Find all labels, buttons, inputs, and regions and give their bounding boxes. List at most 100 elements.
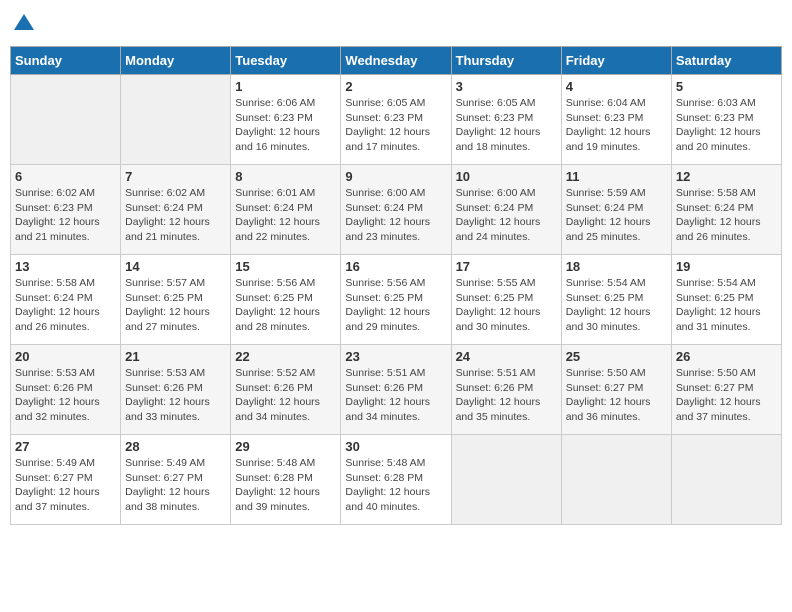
calendar-cell: 8 Sunrise: 6:01 AMSunset: 6:24 PMDaylight… xyxy=(231,165,341,255)
cell-info: Sunrise: 6:02 AMSunset: 6:24 PMDaylight:… xyxy=(125,186,226,245)
calendar-cell: 26 Sunrise: 5:50 AMSunset: 6:27 PMDayligh… xyxy=(671,345,781,435)
day-number: 27 xyxy=(15,439,116,454)
calendar-cell xyxy=(121,75,231,165)
day-number: 8 xyxy=(235,169,336,184)
calendar-cell: 7 Sunrise: 6:02 AMSunset: 6:24 PMDaylight… xyxy=(121,165,231,255)
calendar-cell xyxy=(561,435,671,525)
cell-info: Sunrise: 6:05 AMSunset: 6:23 PMDaylight:… xyxy=(456,96,557,155)
weekday-header-friday: Friday xyxy=(561,47,671,75)
cell-info: Sunrise: 5:48 AMSunset: 6:28 PMDaylight:… xyxy=(345,456,446,515)
weekday-header-sunday: Sunday xyxy=(11,47,121,75)
day-number: 20 xyxy=(15,349,116,364)
day-number: 26 xyxy=(676,349,777,364)
calendar-cell: 16Sunrise: 5:56 AMSunset: 6:25 PMDayligh… xyxy=(341,255,451,345)
calendar-cell: 29Sunrise: 5:48 AMSunset: 6:28 PMDayligh… xyxy=(231,435,341,525)
day-number: 9 xyxy=(345,169,446,184)
calendar-cell: 17 Sunrise: 5:55 AMSunset: 6:25 PMDayligh… xyxy=(451,255,561,345)
day-number: 25 xyxy=(566,349,667,364)
calendar-cell: 9 Sunrise: 6:00 AMSunset: 6:24 PMDaylight… xyxy=(341,165,451,255)
cell-info: Sunrise: 6:06 AMSunset: 6:23 PMDaylight:… xyxy=(235,96,336,155)
day-number: 13 xyxy=(15,259,116,274)
calendar-cell: 28 Sunrise: 5:49 AMSunset: 6:27 PMDayligh… xyxy=(121,435,231,525)
day-number: 11 xyxy=(566,169,667,184)
day-number: 19 xyxy=(676,259,777,274)
weekday-header-wednesday: Wednesday xyxy=(341,47,451,75)
day-number: 6 xyxy=(15,169,116,184)
calendar-cell: 25 Sunrise: 5:50 AMSunset: 6:27 PMDayligh… xyxy=(561,345,671,435)
calendar-cell: 21 Sunrise: 5:53 AMSunset: 6:26 PMDayligh… xyxy=(121,345,231,435)
calendar-cell: 1 Sunrise: 6:06 AMSunset: 6:23 PMDaylight… xyxy=(231,75,341,165)
weekday-header-saturday: Saturday xyxy=(671,47,781,75)
calendar-cell: 23 Sunrise: 5:51 AMSunset: 6:26 PMDayligh… xyxy=(341,345,451,435)
calendar-cell: 18 Sunrise: 5:54 AMSunset: 6:25 PMDayligh… xyxy=(561,255,671,345)
page-container: SundayMondayTuesdayWednesdayThursdayFrid… xyxy=(10,10,782,525)
cell-info: Sunrise: 6:00 AMSunset: 6:24 PMDaylight:… xyxy=(345,186,446,245)
day-number: 5 xyxy=(676,79,777,94)
cell-info: Sunrise: 5:49 AMSunset: 6:27 PMDaylight:… xyxy=(125,456,226,515)
calendar-cell xyxy=(451,435,561,525)
cell-info: Sunrise: 6:04 AMSunset: 6:23 PMDaylight:… xyxy=(566,96,667,155)
calendar-cell: 30 Sunrise: 5:48 AMSunset: 6:28 PMDayligh… xyxy=(341,435,451,525)
day-number: 18 xyxy=(566,259,667,274)
calendar-cell: 11 Sunrise: 5:59 AMSunset: 6:24 PMDayligh… xyxy=(561,165,671,255)
calendar-cell xyxy=(671,435,781,525)
calendar-cell: 6Sunrise: 6:02 AMSunset: 6:23 PMDaylight… xyxy=(11,165,121,255)
day-number: 23 xyxy=(345,349,446,364)
day-number: 30 xyxy=(345,439,446,454)
calendar-week-1: 1 Sunrise: 6:06 AMSunset: 6:23 PMDaylight… xyxy=(11,75,782,165)
weekday-header-tuesday: Tuesday xyxy=(231,47,341,75)
cell-info: Sunrise: 6:01 AMSunset: 6:24 PMDaylight:… xyxy=(235,186,336,245)
day-number: 16 xyxy=(345,259,446,274)
cell-info: Sunrise: 5:58 AMSunset: 6:24 PMDaylight:… xyxy=(676,186,777,245)
weekday-header-monday: Monday xyxy=(121,47,231,75)
header xyxy=(10,10,782,38)
cell-info: Sunrise: 5:48 AMSunset: 6:28 PMDaylight:… xyxy=(235,456,336,515)
calendar-cell: 14 Sunrise: 5:57 AMSunset: 6:25 PMDayligh… xyxy=(121,255,231,345)
cell-info: Sunrise: 5:59 AMSunset: 6:24 PMDaylight:… xyxy=(566,186,667,245)
cell-info: Sunrise: 6:03 AMSunset: 6:23 PMDaylight:… xyxy=(676,96,777,155)
day-number: 22 xyxy=(235,349,336,364)
cell-info: Sunrise: 5:54 AMSunset: 6:25 PMDaylight:… xyxy=(566,276,667,335)
day-number: 17 xyxy=(456,259,557,274)
cell-info: Sunrise: 5:55 AMSunset: 6:25 PMDaylight:… xyxy=(456,276,557,335)
weekday-header-thursday: Thursday xyxy=(451,47,561,75)
calendar-cell: 27 Sunrise: 5:49 AMSunset: 6:27 PMDayligh… xyxy=(11,435,121,525)
calendar-cell: 15 Sunrise: 5:56 AMSunset: 6:25 PMDayligh… xyxy=(231,255,341,345)
cell-info: Sunrise: 5:52 AMSunset: 6:26 PMDaylight:… xyxy=(235,366,336,425)
day-number: 2 xyxy=(345,79,446,94)
calendar-cell: 3Sunrise: 6:05 AMSunset: 6:23 PMDaylight… xyxy=(451,75,561,165)
cell-info: Sunrise: 5:50 AMSunset: 6:27 PMDaylight:… xyxy=(676,366,777,425)
day-number: 12 xyxy=(676,169,777,184)
calendar-cell: 5 Sunrise: 6:03 AMSunset: 6:23 PMDaylight… xyxy=(671,75,781,165)
calendar-week-4: 20 Sunrise: 5:53 AMSunset: 6:26 PMDayligh… xyxy=(11,345,782,435)
day-number: 15 xyxy=(235,259,336,274)
weekday-header-row: SundayMondayTuesdayWednesdayThursdayFrid… xyxy=(11,47,782,75)
calendar-cell: 2 Sunrise: 6:05 AMSunset: 6:23 PMDaylight… xyxy=(341,75,451,165)
day-number: 21 xyxy=(125,349,226,364)
day-number: 14 xyxy=(125,259,226,274)
cell-info: Sunrise: 5:53 AMSunset: 6:26 PMDaylight:… xyxy=(125,366,226,425)
calendar-cell: 12 Sunrise: 5:58 AMSunset: 6:24 PMDayligh… xyxy=(671,165,781,255)
cell-info: Sunrise: 5:57 AMSunset: 6:25 PMDaylight:… xyxy=(125,276,226,335)
day-number: 28 xyxy=(125,439,226,454)
calendar-cell: 24Sunrise: 5:51 AMSunset: 6:26 PMDayligh… xyxy=(451,345,561,435)
day-number: 10 xyxy=(456,169,557,184)
calendar-week-5: 27 Sunrise: 5:49 AMSunset: 6:27 PMDayligh… xyxy=(11,435,782,525)
cell-info: Sunrise: 6:05 AMSunset: 6:23 PMDaylight:… xyxy=(345,96,446,155)
day-number: 24 xyxy=(456,349,557,364)
cell-info: Sunrise: 5:54 AMSunset: 6:25 PMDaylight:… xyxy=(676,276,777,335)
calendar-cell: 19 Sunrise: 5:54 AMSunset: 6:25 PMDayligh… xyxy=(671,255,781,345)
cell-info: Sunrise: 5:53 AMSunset: 6:26 PMDaylight:… xyxy=(15,366,116,425)
day-number: 7 xyxy=(125,169,226,184)
day-number: 1 xyxy=(235,79,336,94)
cell-info: Sunrise: 5:50 AMSunset: 6:27 PMDaylight:… xyxy=(566,366,667,425)
calendar-week-2: 6Sunrise: 6:02 AMSunset: 6:23 PMDaylight… xyxy=(11,165,782,255)
calendar-cell: 4Sunrise: 6:04 AMSunset: 6:23 PMDaylight… xyxy=(561,75,671,165)
calendar-cell: 22 Sunrise: 5:52 AMSunset: 6:26 PMDayligh… xyxy=(231,345,341,435)
cell-info: Sunrise: 5:56 AMSunset: 6:25 PMDaylight:… xyxy=(235,276,336,335)
cell-info: Sunrise: 5:58 AMSunset: 6:24 PMDaylight:… xyxy=(15,276,116,335)
cell-info: Sunrise: 5:51 AMSunset: 6:26 PMDaylight:… xyxy=(345,366,446,425)
cell-info: Sunrise: 5:49 AMSunset: 6:27 PMDaylight:… xyxy=(15,456,116,515)
calendar-cell: 13 Sunrise: 5:58 AMSunset: 6:24 PMDayligh… xyxy=(11,255,121,345)
cell-info: Sunrise: 6:00 AMSunset: 6:24 PMDaylight:… xyxy=(456,186,557,245)
